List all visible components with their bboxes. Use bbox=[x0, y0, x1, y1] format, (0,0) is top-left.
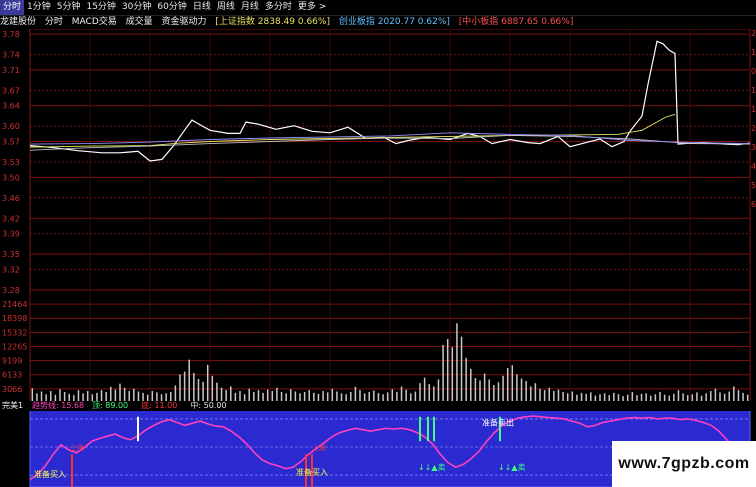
indicator-item[interactable]: 成交量 bbox=[126, 17, 153, 27]
period-tab[interactable]: 周线 bbox=[214, 0, 238, 15]
price-tick-label: 3.28 bbox=[2, 286, 20, 295]
indicator-title: 完美1 bbox=[2, 400, 23, 410]
indicator-legend: 顶: 89.00 bbox=[92, 401, 128, 410]
right-tick-label: 4 bbox=[751, 162, 756, 171]
volume-tick-label: 6133 bbox=[2, 371, 22, 380]
right-tick-label: 1 bbox=[751, 48, 756, 57]
indicator-legend: 趋势线: 15.68 bbox=[32, 400, 84, 410]
right-tick-label: 2 bbox=[751, 124, 756, 133]
zx-index-quote: [中小板指 6887.65 0.66%] bbox=[458, 17, 574, 27]
right-tick-label: 3 bbox=[751, 143, 756, 152]
indicator-item[interactable]: MACD交易 bbox=[72, 17, 117, 27]
period-tab[interactable]: 多分时 bbox=[262, 0, 295, 15]
right-tick-label: 6 bbox=[751, 200, 756, 209]
signal-text: ↓↓▲卖 bbox=[498, 463, 526, 472]
period-tab[interactable]: 15分钟 bbox=[83, 0, 118, 15]
annotation-up: 上涨 bbox=[70, 443, 84, 452]
volume-tick-label: 18398 bbox=[2, 314, 27, 323]
indicator-item[interactable]: 分时 bbox=[45, 17, 63, 27]
right-tick-label: 0 bbox=[751, 67, 756, 76]
period-tab[interactable]: 30分钟 bbox=[119, 0, 154, 15]
sh-index-quote: [上证指数 2838.49 0.66%] bbox=[215, 17, 330, 27]
price-tick-label: 3.50 bbox=[2, 173, 20, 182]
indicator-item[interactable]: 资金驱动力 bbox=[162, 17, 207, 27]
annotation-sell: 准备卖出 bbox=[482, 417, 514, 427]
price-tick-label: 3.64 bbox=[2, 102, 20, 111]
volume-tick-label: 9199 bbox=[2, 357, 22, 366]
period-tab-bar: 分时 1分钟 5分钟 15分钟 30分钟 60分钟 日线 周线 月线 多分时 更多 > bbox=[0, 0, 756, 16]
period-tab[interactable]: 60分钟 bbox=[154, 0, 189, 15]
annotation-buy: 准备买入 bbox=[34, 469, 66, 479]
price-tick-label: 3.32 bbox=[2, 265, 20, 274]
period-tab[interactable]: 分时 bbox=[0, 0, 25, 15]
right-tick-label: 2 bbox=[751, 29, 756, 38]
right-tick-label: 5 bbox=[751, 181, 756, 190]
volume-tick-label: 12265 bbox=[2, 342, 27, 351]
cy-index-quote: 创业板指 2020.77 0.62%] bbox=[338, 17, 450, 27]
period-tab[interactable]: 5分钟 bbox=[54, 0, 84, 15]
price-tick-label: 3.60 bbox=[2, 122, 20, 131]
signal-text: ↓↓▲卖 bbox=[418, 463, 446, 472]
annotation-up: 上涨 bbox=[312, 443, 326, 452]
period-tab[interactable]: 日线 bbox=[190, 0, 214, 15]
price-tick-label: 3.71 bbox=[2, 66, 20, 75]
period-tab[interactable]: 更多 > bbox=[295, 0, 329, 15]
price-tick-label: 3.42 bbox=[2, 214, 20, 223]
price-tick-label: 3.78 bbox=[2, 30, 20, 39]
right-tick-label: 1 bbox=[751, 105, 756, 114]
right-tick-label: 1 bbox=[751, 86, 756, 95]
price-tick-label: 3.74 bbox=[2, 51, 20, 60]
price-tick-label: 3.39 bbox=[2, 230, 20, 239]
volume-tick-label: 3066 bbox=[2, 385, 22, 394]
stock-chart: 3.78 3.74 3.71 3.67 3.64 3.60 3.57 3.53 3.50 3.46… bbox=[0, 29, 756, 487]
indicator-legend: 底: 11.00 bbox=[141, 400, 177, 410]
volume-tick-label: 15332 bbox=[2, 328, 27, 337]
period-tab[interactable]: 月线 bbox=[238, 0, 262, 15]
stock-name: 龙建股份 bbox=[0, 17, 37, 27]
period-tab[interactable]: 1分钟 bbox=[24, 0, 54, 15]
volume-tick-label: 21464 bbox=[2, 300, 27, 309]
price-tick-label: 3.46 bbox=[2, 194, 20, 203]
price-tick-label: 3.53 bbox=[2, 158, 20, 167]
price-tick-label: 3.57 bbox=[2, 138, 20, 147]
info-bar: 龙建股份 分时 MACD交易 成交量 资金驱动力 [上证指数 2838.49 0… bbox=[0, 15, 756, 29]
price-tick-label: 3.35 bbox=[2, 250, 20, 259]
annotation-buy: 准备买入 bbox=[296, 467, 328, 477]
price-tick-label: 3.67 bbox=[2, 86, 20, 95]
indicator-legend: 中: 50.00 bbox=[190, 400, 226, 410]
watermark: www.7gpzb.com bbox=[612, 441, 756, 487]
